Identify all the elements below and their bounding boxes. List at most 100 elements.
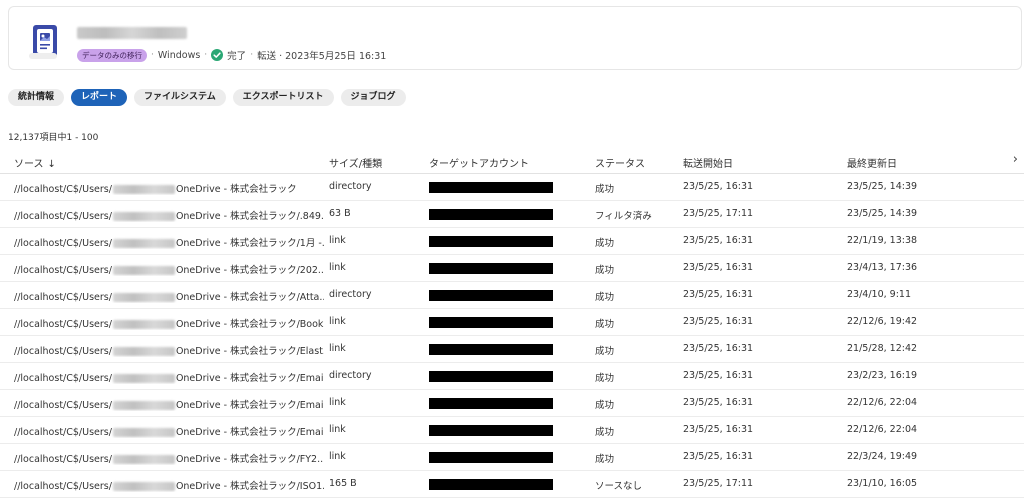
- transfer-start: 23/5/25, 16:31: [683, 181, 754, 192]
- table-row[interactable]: //localhost/C$/Users/OneDrive - 株式会社ラック/…: [0, 363, 1024, 390]
- transfer-start: 23/5/25, 16:31: [683, 316, 754, 327]
- size-type: link: [329, 343, 346, 354]
- source-path: //localhost/C$/Users/OneDrive - 株式会社ラック/…: [14, 481, 324, 492]
- transfer-start: 23/5/25, 17:11: [683, 478, 754, 489]
- source-path: //localhost/C$/Users/OneDrive - 株式会社ラック/…: [14, 211, 324, 222]
- transfer-start: 23/5/25, 16:31: [683, 262, 754, 273]
- transfer-start: 23/5/25, 16:31: [683, 235, 754, 246]
- redacted-username: [112, 428, 175, 437]
- redacted-username: [112, 455, 175, 464]
- table-row[interactable]: //localhost/C$/Users/OneDrive - 株式会社ラック/…: [0, 228, 1024, 255]
- check-circle-icon: [211, 49, 224, 61]
- last-updated: 23/5/25, 14:39: [847, 208, 918, 219]
- job-meta-row: データのみの移行 · Windows · 完了 · 転送 · 2023年5月25…: [77, 47, 386, 63]
- row-status: ソースなし: [595, 481, 643, 492]
- source-path: //localhost/C$/Users/OneDrive - 株式会社ラック/…: [14, 319, 324, 330]
- last-updated: 23/1/10, 16:05: [847, 478, 918, 489]
- sort-arrow-down-icon: ↓: [47, 159, 56, 170]
- table-row[interactable]: //localhost/C$/Users/OneDrive - 株式会社ラック/…: [0, 336, 1024, 363]
- transfer-date-label: 転送 · 2023年5月25日 16:31: [257, 51, 387, 62]
- last-updated: 23/4/10, 9:11: [847, 289, 911, 300]
- last-updated: 23/5/25, 14:39: [847, 181, 918, 192]
- column-header-size[interactable]: サイズ/種類: [329, 155, 382, 170]
- row-status: 成功: [595, 292, 615, 303]
- last-updated: 21/5/28, 12:42: [847, 343, 918, 354]
- target-account-redacted: [429, 398, 553, 409]
- target-account-redacted: [429, 452, 553, 463]
- last-updated: 23/4/13, 17:36: [847, 262, 918, 273]
- transfer-start: 23/5/25, 16:31: [683, 424, 754, 435]
- table-row[interactable]: //localhost/C$/Users/OneDrive - 株式会社ラック/…: [0, 309, 1024, 336]
- tab-job-log[interactable]: ジョブログ: [340, 89, 406, 106]
- meta-separator: ·: [151, 50, 154, 60]
- table-row[interactable]: //localhost/C$/Users/OneDrive - 株式会社ラック/…: [0, 282, 1024, 309]
- tab-filesystem[interactable]: ファイルシステム: [134, 89, 226, 106]
- row-status: 成功: [595, 427, 615, 438]
- migration-type-badge: データのみの移行: [77, 48, 147, 62]
- transfer-start: 23/5/25, 16:31: [683, 451, 754, 462]
- size-type: 63 B: [329, 208, 351, 219]
- table-row[interactable]: //localhost/C$/Users/OneDrive - 株式会社ラック/…: [0, 417, 1024, 444]
- transfer-start: 23/5/25, 17:11: [683, 208, 754, 219]
- source-path: //localhost/C$/Users/OneDrive - 株式会社ラック/…: [14, 265, 324, 276]
- size-type: link: [329, 262, 346, 273]
- redacted-username: [112, 185, 175, 194]
- transfer-start: 23/5/25, 16:31: [683, 289, 754, 300]
- column-header-status[interactable]: ステータス: [595, 155, 645, 170]
- item-count: 12,137項目中1 - 100: [8, 133, 99, 143]
- target-account-redacted: [429, 290, 553, 301]
- size-type: link: [329, 316, 346, 327]
- size-type: directory: [329, 181, 372, 192]
- row-status: 成功: [595, 373, 615, 384]
- redacted-username: [112, 374, 175, 383]
- table-row[interactable]: //localhost/C$/Users/OneDrive - 株式会社ラック/…: [0, 255, 1024, 282]
- job-status-label: 完了: [227, 51, 247, 62]
- row-status: 成功: [595, 454, 615, 465]
- source-path: //localhost/C$/Users/OneDrive - 株式会社ラック/…: [14, 346, 324, 357]
- redacted-username: [112, 212, 175, 221]
- table-row[interactable]: //localhost/C$/Users/OneDrive - 株式会社ラック/…: [0, 201, 1024, 228]
- row-status: 成功: [595, 400, 615, 411]
- target-account-redacted: [429, 209, 553, 220]
- job-title-redacted: [77, 27, 187, 39]
- size-type: link: [329, 424, 346, 435]
- table-row[interactable]: //localhost/C$/Users/OneDrive - 株式会社ラック/…: [0, 444, 1024, 471]
- tab-statistics[interactable]: 統計情報: [8, 89, 65, 106]
- transfer-start: 23/5/25, 16:31: [683, 370, 754, 381]
- column-header-updated[interactable]: 最終更新日: [847, 155, 897, 170]
- tab-export-list[interactable]: エクスポートリスト: [232, 89, 334, 106]
- os-label: Windows: [157, 49, 201, 61]
- source-path: //localhost/C$/Users/OneDrive - 株式会社ラック/…: [14, 454, 324, 465]
- table-row[interactable]: //localhost/C$/Users/OneDrive - 株式会社ラック/…: [0, 390, 1024, 417]
- size-type: directory: [329, 370, 372, 381]
- target-account-redacted: [429, 263, 553, 274]
- redacted-username: [112, 482, 175, 491]
- source-path: //localhost/C$/Users/OneDrive - 株式会社ラック/…: [14, 400, 324, 411]
- row-status: 成功: [595, 184, 615, 195]
- last-updated: 23/2/23, 16:19: [847, 370, 918, 381]
- table-row[interactable]: //localhost/C$/Users/OneDrive - 株式会社ラック …: [0, 174, 1024, 201]
- column-header-start[interactable]: 転送開始日: [683, 155, 733, 170]
- meta-separator: ·: [250, 50, 254, 60]
- size-type: directory: [329, 289, 372, 300]
- row-status: 成功: [595, 319, 615, 330]
- row-status: 成功: [595, 265, 615, 276]
- last-updated: 22/12/6, 22:04: [847, 397, 918, 408]
- row-status: フィルタ済み: [595, 211, 652, 222]
- size-type: link: [329, 397, 346, 408]
- table-row[interactable]: //localhost/C$/Users/OneDrive - 株式会社ラック/…: [0, 471, 1024, 498]
- scroll-right-chevron-icon[interactable]: ›: [1013, 152, 1018, 167]
- redacted-username: [112, 320, 175, 329]
- row-status: 成功: [595, 346, 615, 357]
- meta-separator: ·: [204, 50, 208, 60]
- target-account-redacted: [429, 182, 553, 193]
- column-header-source[interactable]: ソース ↓: [14, 155, 56, 170]
- size-type: link: [329, 235, 346, 246]
- report-tabs: 統計情報 レポート ファイルシステム エクスポートリスト ジョブログ: [8, 89, 406, 106]
- tab-report[interactable]: レポート: [71, 89, 128, 106]
- column-header-target[interactable]: ターゲットアカウント: [429, 155, 529, 170]
- target-account-redacted: [429, 479, 553, 490]
- last-updated: 22/12/6, 19:42: [847, 316, 918, 327]
- last-updated: 22/3/24, 19:49: [847, 451, 918, 462]
- size-type: link: [329, 451, 346, 462]
